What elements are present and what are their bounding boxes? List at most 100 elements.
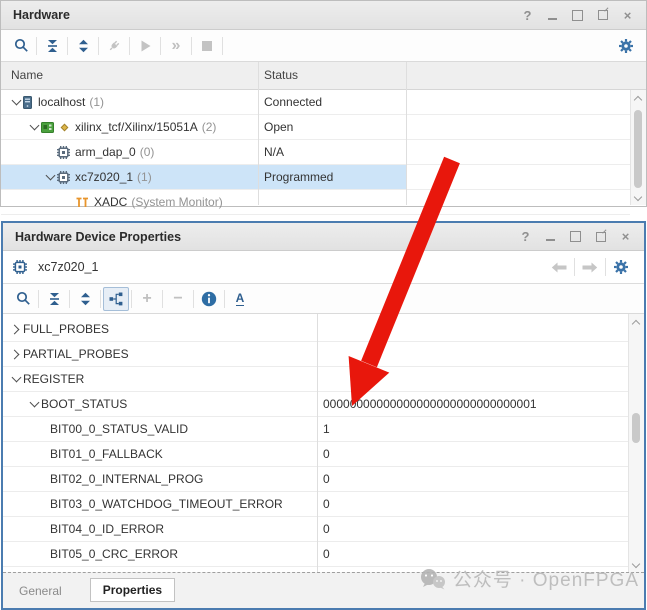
chip-icon xyxy=(57,146,70,159)
float-icon[interactable] xyxy=(594,230,607,243)
search-button[interactable] xyxy=(10,287,36,311)
tab-general[interactable]: General xyxy=(19,584,62,598)
scrollbar-thumb[interactable] xyxy=(634,110,642,188)
help-icon[interactable]: ? xyxy=(521,9,534,22)
tree-item-count: (2) xyxy=(202,120,217,134)
vertical-scrollbar[interactable] xyxy=(630,90,646,205)
tree-row-arm-dap[interactable]: arm_dap_0 (0) N/A xyxy=(1,140,630,165)
expand-all-button[interactable] xyxy=(72,287,98,311)
float-icon[interactable] xyxy=(596,9,609,22)
stop-icon xyxy=(202,41,212,51)
property-name: BIT02_0_INTERNAL_PROG xyxy=(50,472,203,486)
chevron-down-icon[interactable] xyxy=(9,372,23,386)
add-button[interactable]: + xyxy=(134,287,160,311)
property-name: BOOT_STATUS xyxy=(41,397,127,411)
property-value: 0 xyxy=(323,522,330,536)
collapse-all-button[interactable] xyxy=(41,287,67,311)
tree-item-count: (0) xyxy=(140,145,155,159)
property-value: 00000000000000000000000000000001 xyxy=(323,397,537,411)
vertical-scrollbar[interactable] xyxy=(628,314,644,572)
tree-item-label: XADC xyxy=(94,195,127,209)
collapse-all-icon xyxy=(48,292,61,306)
tree-item-status: Connected xyxy=(264,95,322,109)
board-icon xyxy=(41,122,54,133)
chevron-down-icon[interactable] xyxy=(27,397,41,411)
property-row[interactable]: BIT04_0_ID_ERROR 0 xyxy=(3,517,628,542)
play-icon xyxy=(139,39,152,53)
property-row[interactable]: PARTIAL_PROBES xyxy=(3,342,628,367)
tree-row-localhost[interactable]: localhost (1) Connected xyxy=(1,90,630,115)
sort-a-icon: A xyxy=(236,291,245,306)
expand-all-icon xyxy=(77,39,90,53)
tree-view-toggle-button[interactable] xyxy=(103,287,129,311)
hardware-titlebar: Hardware ? × xyxy=(1,1,646,30)
property-row[interactable]: FULL_PROBES xyxy=(3,317,628,342)
panel-title: Hardware xyxy=(13,8,521,22)
tree-item-label: localhost xyxy=(38,95,85,109)
collapse-all-button[interactable] xyxy=(39,34,65,58)
tree-item-count: (1) xyxy=(137,170,152,184)
properties-toolbar: + − A xyxy=(3,284,644,314)
chevron-right-icon[interactable] xyxy=(9,347,23,361)
property-row[interactable]: BIT01_0_FALLBACK 0 xyxy=(3,442,628,467)
chevron-right-icon[interactable] xyxy=(9,322,23,336)
tree-row-xc7z020[interactable]: xc7z020_1 (1) Programmed xyxy=(1,165,630,190)
property-row[interactable]: REGISTER xyxy=(3,367,628,392)
property-name: BIT01_0_FALLBACK xyxy=(50,447,163,461)
column-header-status[interactable]: Status xyxy=(264,68,298,82)
tree-row-xadc[interactable]: XADC (System Monitor) xyxy=(1,190,630,215)
gear-icon xyxy=(618,38,634,54)
run-button[interactable] xyxy=(132,34,158,58)
scroll-up-icon[interactable] xyxy=(633,318,640,325)
search-button[interactable] xyxy=(8,34,34,58)
scroll-down-icon[interactable] xyxy=(635,194,642,201)
search-icon xyxy=(14,38,29,53)
property-name: BIT03_0_WATCHDOG_TIMEOUT_ERROR xyxy=(50,497,283,511)
property-row[interactable]: BIT03_0_WATCHDOG_TIMEOUT_ERROR 0 xyxy=(3,492,628,517)
close-icon[interactable]: × xyxy=(619,230,632,243)
chevron-down-icon[interactable] xyxy=(9,95,23,109)
tree-item-label: xilinx_tcf/Xilinx/15051A xyxy=(75,120,198,134)
expand-all-button[interactable] xyxy=(70,34,96,58)
chevron-down-icon[interactable] xyxy=(43,170,57,184)
property-value: 0 xyxy=(323,497,330,511)
back-button[interactable] xyxy=(546,255,572,279)
minimize-icon[interactable] xyxy=(544,230,557,243)
chevron-down-icon[interactable] xyxy=(27,120,41,134)
maximize-icon[interactable] xyxy=(571,9,584,22)
tree-item-status: Open xyxy=(264,120,293,134)
property-name: BIT05_0_CRC_ERROR xyxy=(50,547,178,561)
info-button[interactable] xyxy=(196,287,222,311)
watermark: 公众号 · OpenFPGA xyxy=(419,565,639,592)
scroll-up-icon[interactable] xyxy=(635,94,642,101)
tree-table-header: Name Status xyxy=(1,62,646,90)
search-icon xyxy=(16,291,31,306)
hardware-device-properties-panel: Hardware Device Properties ? × xc7z020_1 xyxy=(1,221,646,610)
auto-connect-button[interactable] xyxy=(101,34,127,58)
stop-button[interactable] xyxy=(194,34,220,58)
settings-button[interactable] xyxy=(613,34,639,58)
tab-properties[interactable]: Properties xyxy=(90,578,175,602)
tree-row-cable[interactable]: xilinx_tcf/Xilinx/15051A (2) Open xyxy=(1,115,630,140)
close-icon[interactable]: × xyxy=(621,9,634,22)
help-icon[interactable]: ? xyxy=(519,230,532,243)
settings-button[interactable] xyxy=(608,255,634,279)
panel-title: Hardware Device Properties xyxy=(15,230,519,244)
system-monitor-icon xyxy=(75,197,89,208)
column-header-name[interactable]: Name xyxy=(11,68,43,82)
sort-alphabetical-button[interactable]: A xyxy=(227,287,253,311)
device-header-bar: xc7z020_1 xyxy=(3,251,644,284)
maximize-icon[interactable] xyxy=(569,230,582,243)
arrow-left-icon xyxy=(551,262,567,273)
remove-button[interactable]: − xyxy=(165,287,191,311)
auto-connect-icon xyxy=(107,38,122,53)
run-all-button[interactable]: » xyxy=(163,34,189,58)
property-row[interactable]: BIT02_0_INTERNAL_PROG 0 xyxy=(3,467,628,492)
scrollbar-thumb[interactable] xyxy=(632,413,640,443)
property-row-boot-status[interactable]: BOOT_STATUS 0000000000000000000000000000… xyxy=(3,392,628,417)
minimize-icon[interactable] xyxy=(546,9,559,22)
property-row[interactable]: BIT05_0_CRC_ERROR 0 xyxy=(3,542,628,567)
tree-item-label: arm_dap_0 xyxy=(75,145,136,159)
property-row[interactable]: BIT00_0_STATUS_VALID 1 xyxy=(3,417,628,442)
forward-button[interactable] xyxy=(577,255,603,279)
